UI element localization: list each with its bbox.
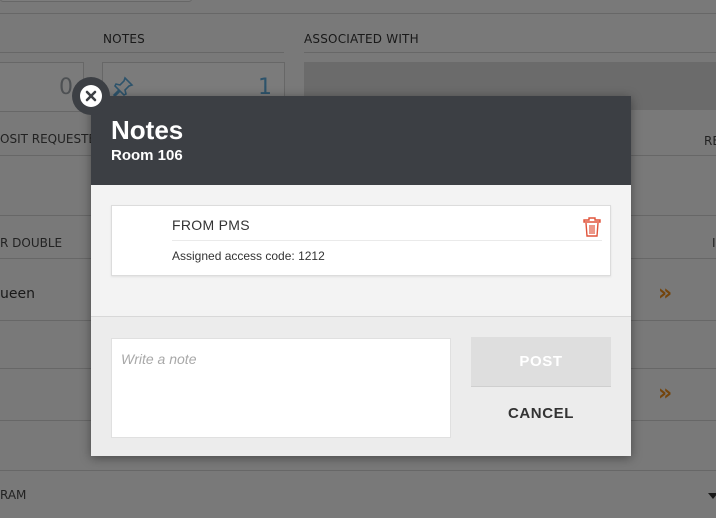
note-text: Assigned access code: 1212 [172, 249, 325, 263]
modal-title: Notes [111, 115, 184, 145]
note-card: FROM PMS Assigned access code: 1212 [111, 205, 611, 276]
compose-area: POST CANCEL [91, 316, 631, 456]
notes-modal: Notes Room 106 FROM PMS Assigned access … [91, 96, 631, 456]
note-input[interactable] [111, 338, 451, 438]
close-icon [85, 90, 97, 102]
close-modal-button[interactable] [72, 77, 110, 115]
close-icon-bg [80, 85, 102, 107]
trash-icon[interactable] [582, 216, 602, 238]
modal-header: Notes Room 106 [91, 96, 631, 185]
note-source: FROM PMS [172, 217, 250, 233]
note-divider [172, 240, 602, 241]
cancel-button[interactable]: CANCEL [471, 397, 611, 429]
notes-list: FROM PMS Assigned access code: 1212 [91, 185, 631, 316]
post-button[interactable]: POST [471, 337, 611, 387]
modal-subtitle: Room 106 [111, 147, 183, 164]
